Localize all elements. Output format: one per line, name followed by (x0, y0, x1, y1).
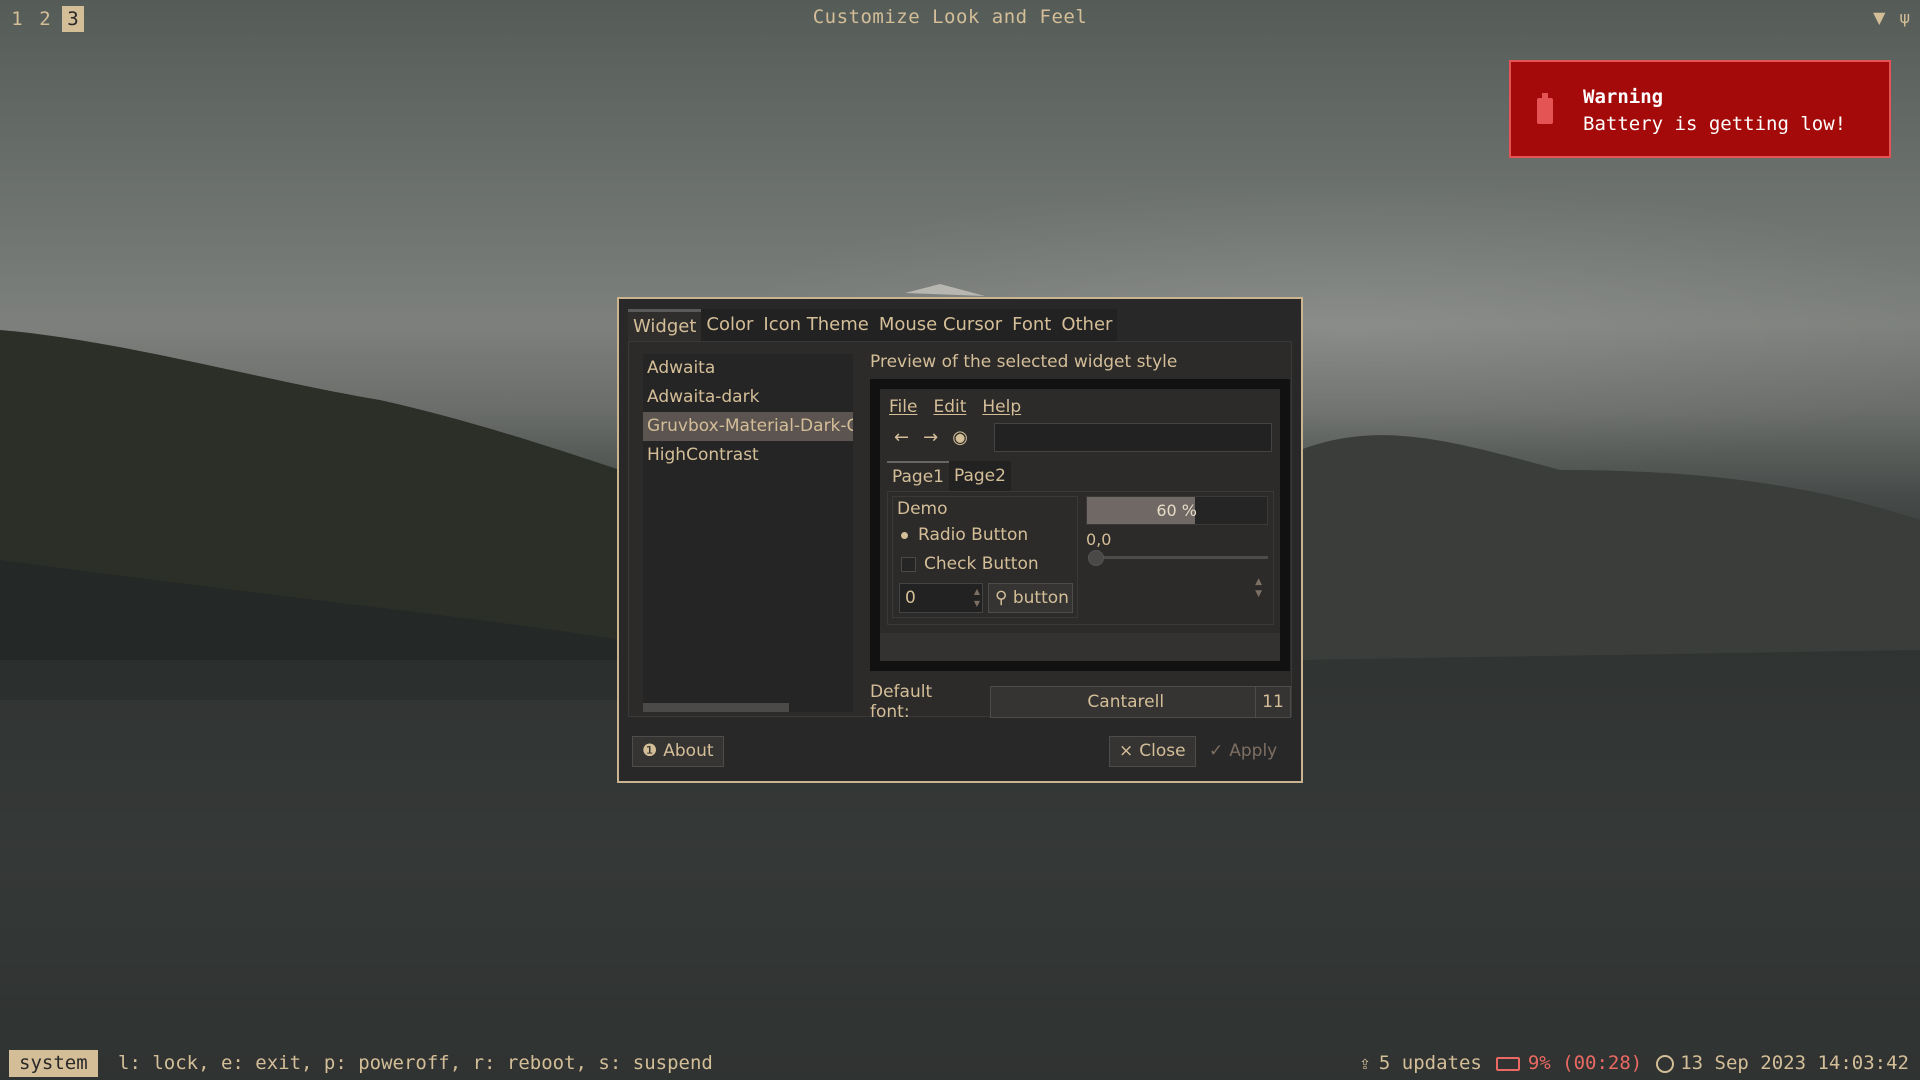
close-label: Close (1139, 741, 1186, 761)
about-label: About (663, 741, 714, 761)
battery-icon (1495, 1056, 1520, 1071)
dialog-tabs: Widget Color Icon Theme Mouse Cursor Fon… (628, 309, 1118, 341)
info-icon: ❶ (642, 741, 658, 761)
updates-block[interactable]: ⇪ 5 updates (1359, 1050, 1481, 1077)
radio-label: Radio Button (918, 525, 1029, 545)
demo-label: Demo (897, 499, 948, 519)
preview-page-panel: Demo Radio Button Check Button 0 ▲ ▼ ⚲ b… (887, 491, 1274, 625)
scale-knob[interactable] (1088, 550, 1104, 566)
menu-file[interactable]: File (889, 397, 917, 417)
menu-help[interactable]: Help (982, 397, 1021, 417)
spin-arrows-icon[interactable]: ▲ ▼ (974, 586, 980, 610)
progress-bar: 60 % (1086, 496, 1268, 525)
status-blocks: ⇪ 5 updates 9% (00:28) 13 Sep 2023 14:03… (1359, 1050, 1909, 1077)
close-button[interactable]: × Close (1109, 736, 1196, 767)
forward-arrow-icon[interactable]: → (923, 427, 938, 448)
battery-block[interactable]: 9% (00:28) (1495, 1050, 1643, 1077)
battery-warning-notification[interactable]: Warning Battery is getting low! (1509, 60, 1891, 158)
radio-indicator (901, 531, 908, 539)
look-and-feel-dialog: Widget Color Icon Theme Mouse Cursor Fon… (617, 297, 1303, 783)
font-name: Cantarell (1087, 692, 1165, 712)
back-arrow-icon[interactable]: ← (894, 427, 909, 448)
check-button[interactable]: Check Button (901, 554, 1039, 574)
menu-edit[interactable]: Edit (933, 397, 966, 417)
close-icon: × (1119, 741, 1134, 761)
tab-widget[interactable]: Widget (628, 309, 702, 341)
search-icon: ⚲ (995, 588, 1008, 608)
battery-text: 9% (00:28) (1527, 1052, 1643, 1074)
radio-button[interactable]: Radio Button (901, 525, 1028, 545)
spin-button[interactable]: 0 ▲ ▼ (899, 583, 983, 613)
datetime-text: 13 Sep 2023 14:03:42 (1680, 1052, 1909, 1074)
check-indicator (901, 556, 916, 572)
tab-icon-theme[interactable]: Icon Theme (758, 309, 874, 341)
default-font-label: Default font: (870, 682, 933, 722)
mode-help-text: l: lock, e: exit, p: poweroff, r: reboot… (118, 1052, 713, 1074)
window-title: Customize Look and Feel (812, 6, 1088, 28)
about-button[interactable]: ❶ About (632, 736, 724, 767)
tab-color[interactable]: Color (701, 309, 759, 341)
notification-message: Battery is getting low! (1583, 113, 1847, 135)
preview-toolbar: ← → ◉ (894, 427, 968, 448)
widget-tab-panel: Adwaita Adwaita-dark Gruvbox-Material-Da… (628, 341, 1292, 722)
theme-item-adwaita[interactable]: Adwaita (643, 354, 853, 383)
wifi-icon[interactable]: ▼ (1873, 8, 1885, 27)
record-icon[interactable]: ◉ (952, 427, 968, 448)
apply-button[interactable]: ✓ Apply (1199, 736, 1287, 767)
clock-icon (1656, 1054, 1675, 1073)
bottom-bar: system l: lock, e: exit, p: poweroff, r:… (0, 1042, 1920, 1080)
horizontal-scrollbar[interactable] (643, 703, 789, 712)
usb-icon[interactable]: ψ (1899, 8, 1910, 27)
preview-entry[interactable] (994, 423, 1272, 452)
preview-label: Preview of the selected widget style (870, 352, 1178, 372)
scale-value: 0,0 (1086, 530, 1112, 549)
upload-icon: ⇪ (1359, 1052, 1371, 1074)
default-font-row: Default font: Cantarell 11 (870, 682, 1291, 722)
widget-preview: File Edit Help ← → ◉ Page1 Page2 Demo Ra… (870, 379, 1290, 671)
preview-tab-page2[interactable]: Page2 (948, 461, 1011, 491)
tab-font[interactable]: Font (1007, 309, 1057, 341)
clock-block[interactable]: 13 Sep 2023 14:03:42 (1656, 1050, 1909, 1077)
preview-button-label: button (1012, 588, 1069, 608)
system-tray: ▼ ψ (1873, 8, 1910, 27)
spin-arrows-icon-2[interactable]: ▲ ▼ (1088, 576, 1268, 606)
preview-button[interactable]: ⚲ button (988, 583, 1073, 613)
check-icon: ✓ (1209, 741, 1224, 761)
progress-text: 60 % (1156, 501, 1197, 520)
theme-item-gruvbox[interactable]: Gruvbox-Material-Dark-C (643, 412, 853, 441)
updates-text: 5 updates (1378, 1052, 1482, 1074)
preview-menubar: File Edit Help (889, 397, 1021, 417)
apply-label: Apply (1229, 741, 1278, 761)
font-chooser-button[interactable]: Cantarell 11 (989, 686, 1291, 718)
theme-item-highcontrast[interactable]: HighContrast (643, 441, 853, 470)
preview-statusbar (880, 633, 1280, 661)
mode-indicator: system (9, 1050, 98, 1077)
battery-alert-icon (1537, 93, 1553, 124)
notification-title: Warning (1583, 86, 1664, 108)
scale-slider[interactable] (1088, 550, 1268, 566)
spin-value: 0 (905, 588, 916, 608)
preview-tabs: Page1 Page2 (887, 461, 1011, 493)
theme-item-adwaita-dark[interactable]: Adwaita-dark (643, 383, 853, 412)
demo-frame: Demo Radio Button Check Button 0 ▲ ▼ ⚲ b… (892, 496, 1078, 618)
tab-mouse-cursor[interactable]: Mouse Cursor (873, 309, 1008, 341)
theme-list[interactable]: Adwaita Adwaita-dark Gruvbox-Material-Da… (643, 354, 853, 712)
font-size: 11 (1255, 687, 1290, 717)
tab-other[interactable]: Other (1056, 309, 1118, 341)
check-label: Check Button (924, 554, 1039, 574)
preview-tab-page1[interactable]: Page1 (887, 461, 949, 493)
